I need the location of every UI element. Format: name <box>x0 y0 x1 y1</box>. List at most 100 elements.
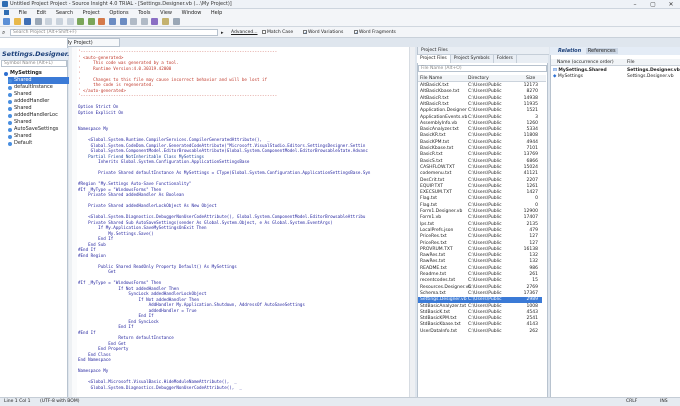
file-row[interactable]: AltBasicR.txt C:\Users\Public 11935 <box>418 102 542 108</box>
search-go-icon[interactable]: ▸ <box>221 30 224 36</box>
file-row[interactable]: UserDataInfo.txt C:\Users\Public 262 <box>418 329 542 335</box>
menu-project[interactable]: Project <box>83 9 100 17</box>
menu-edit[interactable]: Edit <box>37 9 47 17</box>
header-size[interactable]: Size <box>526 75 535 82</box>
file-row[interactable]: Schema.txt C:\Users\Public 17367 <box>418 291 542 297</box>
save-all-icon[interactable] <box>34 18 42 25</box>
file-row[interactable]: StdBasicK.txt C:\Users\Public 4543 <box>418 310 542 316</box>
word-variations-checkbox[interactable]: ✓ <box>303 30 307 35</box>
relation-subtitle[interactable]: References <box>585 48 618 54</box>
menu-tools[interactable]: Tools <box>138 9 150 17</box>
relation-icon[interactable] <box>161 18 169 25</box>
file-row[interactable]: CASHFLOW.TXT C:\Users\Public 15024 <box>418 165 542 171</box>
word-fragments-checkbox[interactable]: ✓ <box>354 30 358 35</box>
symbol-icon[interactable] <box>151 18 159 25</box>
symbol-search-input[interactable]: Symbol Name (Alt+L) <box>1 60 67 67</box>
word-fragments-option[interactable]: ✓Word Fragments <box>354 29 396 36</box>
file-row[interactable]: AltBasicKbase.txt C:\Users\Public 8270 <box>418 89 542 95</box>
file-row[interactable]: DesCrit.txt C:\Users\Public 2207 <box>418 178 542 184</box>
file-row[interactable]: StdBasicAnalyzer.txt C:\Users\Public 1008 <box>418 304 542 310</box>
match-case-option[interactable]: Match Case <box>262 29 293 36</box>
tab-project-symbols[interactable]: Project Symbols <box>451 55 494 63</box>
forward-icon[interactable] <box>140 18 148 25</box>
minimize-button[interactable]: – <box>626 0 644 9</box>
new-file-icon[interactable] <box>3 18 10 25</box>
symbol-dot-icon <box>8 135 12 139</box>
header-file[interactable]: File <box>627 59 635 66</box>
save-icon[interactable] <box>24 18 32 25</box>
file-directory: C:\Users\Public <box>468 227 502 233</box>
word-variations-option[interactable]: ✓Word Variations <box>303 29 343 36</box>
symbol-item[interactable]: Shared <box>8 119 70 126</box>
file-row[interactable]: BasicKR.txt C:\Users\Public 11808 <box>418 133 542 139</box>
tab-folders[interactable]: Folders <box>494 55 517 63</box>
file-row[interactable]: Flag.txt C:\Users\Public 0 <box>418 196 542 202</box>
file-row[interactable]: EQUIP.TXT C:\Users\Public 1261 <box>418 184 542 190</box>
file-name: AltBasicR.txt <box>420 95 449 101</box>
app-menu-icon[interactable] <box>4 10 9 15</box>
symbol-item[interactable]: Default <box>8 140 70 147</box>
file-row[interactable]: lps.txt C:\Users\Public 2135 <box>418 222 542 228</box>
file-size: 986 <box>529 265 538 271</box>
file-row[interactable]: StdBasicKbase.txt C:\Users\Public 4143 <box>418 322 542 328</box>
file-row[interactable]: RawRes.txt C:\Users\Public 132 <box>418 259 542 265</box>
close-button[interactable]: ✕ <box>662 0 680 9</box>
file-row[interactable]: Resources.Designer.vb C:\Users\Public 2769 <box>418 285 542 291</box>
menu-view[interactable]: View <box>160 9 172 17</box>
tab-project-files[interactable]: Project Files <box>417 55 451 63</box>
file-row[interactable]: Form1.vb C:\Users\Public 17407 <box>418 215 542 221</box>
redo-icon[interactable] <box>87 18 95 25</box>
search-tool-icon[interactable] <box>108 18 116 25</box>
cut-icon[interactable] <box>45 18 53 25</box>
header-file-name[interactable]: File Name <box>420 75 442 82</box>
undo-icon[interactable] <box>77 18 85 25</box>
file-row[interactable]: PriceRes.txt C:\Users\Public 127 <box>418 234 542 240</box>
relation-row[interactable]: ◆ MySettings Settings.Designer.vb <box>553 74 679 80</box>
fold-margin[interactable] <box>72 47 77 397</box>
back-icon[interactable] <box>130 18 138 25</box>
header-name-occurrence[interactable]: Name (occurrence order) <box>557 59 614 66</box>
file-row[interactable]: AssemblyInfo.vb C:\Users\Public 1260 <box>418 121 542 127</box>
open-folder-icon[interactable] <box>13 18 21 25</box>
symbol-item[interactable]: Shared <box>8 105 70 112</box>
paste-icon[interactable] <box>66 18 74 25</box>
symbol-item[interactable]: addedHandlerLoc <box>8 112 70 119</box>
symbol-item[interactable]: addedHandler <box>8 98 70 105</box>
copy-icon[interactable] <box>55 18 63 25</box>
symbol-item[interactable]: defaultInstance <box>8 84 70 91</box>
file-name-search-input[interactable]: File Name (Alt+O) <box>418 65 547 72</box>
advanced-search-button[interactable]: Advanced... <box>231 29 258 36</box>
file-row[interactable]: Flag.txt C:\Users\Public 0 <box>418 203 542 209</box>
bookmark-icon[interactable] <box>98 18 106 25</box>
maximize-button[interactable]: ▢ <box>644 0 662 9</box>
symbol-item[interactable]: Shared <box>8 91 70 98</box>
file-row[interactable]: recentcodes.txt C:\Users\Public 15 <box>418 278 542 284</box>
file-row[interactable]: LocalPrefs.json C:\Users\Public 479 <box>418 228 542 234</box>
menu-options[interactable]: Options <box>109 9 128 17</box>
file-row[interactable]: codemenu.txt C:\Users\Public 41121 <box>418 171 542 177</box>
file-row[interactable]: BasicKPM.txt C:\Users\Public 4944 <box>418 140 542 146</box>
file-row[interactable]: BasicR.txt C:\Users\Public 13769 <box>418 152 542 158</box>
settings-icon[interactable] <box>172 18 180 25</box>
symbol-item[interactable]: AutoSaveSettings <box>8 126 70 133</box>
menu-file[interactable]: File <box>19 9 27 17</box>
file-row[interactable]: PROVRUM.TXT C:\Users\Public 16138 <box>418 247 542 253</box>
menu-search[interactable]: Search <box>56 9 73 17</box>
editor-scrollbar[interactable] <box>409 47 415 397</box>
symbol-item[interactable]: Shared <box>8 77 70 84</box>
file-row[interactable]: BasicS.txt C:\Users\Public 6866 <box>418 159 542 165</box>
file-row[interactable]: PriceRes.txt C:\Users\Public 127 <box>418 241 542 247</box>
file-row[interactable]: README.txt C:\Users\Public 986 <box>418 266 542 272</box>
file-row[interactable]: AltBasicR.txt C:\Users\Public 14938 <box>418 96 542 102</box>
match-case-checkbox[interactable] <box>262 30 266 34</box>
header-directory[interactable]: Directory <box>468 75 489 82</box>
menu-window[interactable]: Window <box>182 9 202 17</box>
replace-icon[interactable] <box>119 18 127 25</box>
symbol-item[interactable]: MySettings <box>4 70 66 77</box>
search-project-input[interactable]: Search Project (Alt+Shift+F) <box>10 29 218 36</box>
file-row[interactable]: Application.Designer C:\Users\Public 1521 <box>418 108 542 114</box>
file-row[interactable]: Settings.Designer.vb C:\Users\Public 2989 <box>418 297 542 304</box>
menu-help[interactable]: Help <box>211 9 222 17</box>
symbol-item[interactable]: Shared <box>8 133 70 140</box>
file-row[interactable]: ApplicationEvents.vb C:\Users\Public 3 <box>418 115 542 121</box>
